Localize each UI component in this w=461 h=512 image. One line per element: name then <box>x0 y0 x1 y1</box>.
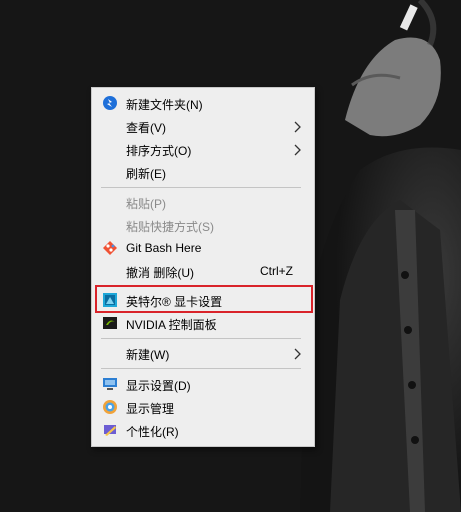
menu-item-refresh[interactable]: 刷新(E) <box>92 161 314 183</box>
menu-separator <box>101 187 301 188</box>
menu-item-git-bash[interactable]: Git Bash Here <box>92 237 314 259</box>
git-icon <box>102 240 118 256</box>
menu-item-undo-delete[interactable]: 撤消 删除(U) Ctrl+Z <box>92 260 314 282</box>
menu-item-label: 新建文件夹(N) <box>126 98 203 112</box>
menu-item-shortcut: Ctrl+Z <box>260 264 293 278</box>
menu-item-paste[interactable]: 粘贴(P) <box>92 191 314 213</box>
nvidia-icon <box>102 315 118 331</box>
display-manage-icon <box>102 399 118 415</box>
menu-item-label: 显示管理 <box>126 402 175 416</box>
menu-item-personalize[interactable]: 个性化(R) <box>92 419 314 441</box>
menu-item-label: 显示设置(D) <box>126 379 191 393</box>
menu-item-new-folder[interactable]: 新建文件夹(N) <box>92 92 314 114</box>
menu-item-label: 排序方式(O) <box>126 144 192 158</box>
menu-item-label: 刷新(E) <box>126 167 166 181</box>
menu-item-paste-shortcut[interactable]: 粘贴快捷方式(S) <box>92 214 314 236</box>
personalize-icon <box>102 422 118 438</box>
menu-item-label: 新建(W) <box>126 348 170 362</box>
menu-item-label: 个性化(R) <box>126 425 179 439</box>
chevron-right-icon <box>292 120 302 133</box>
menu-item-sort[interactable]: 排序方式(O) <box>92 138 314 160</box>
menu-item-label: 查看(V) <box>126 121 166 135</box>
menu-item-label: 粘贴快捷方式(S) <box>126 220 214 234</box>
menu-item-label: NVIDIA 控制面板 <box>126 318 217 332</box>
new-folder-icon <box>102 95 118 111</box>
menu-item-display-settings[interactable]: 显示设置(D) <box>92 373 314 395</box>
menu-item-label: 粘贴(P) <box>126 197 166 211</box>
menu-item-label: 撤消 删除(U) <box>126 266 194 280</box>
chevron-right-icon <box>292 347 302 360</box>
chevron-right-icon <box>292 143 302 156</box>
desktop-context-menu: 新建文件夹(N) 查看(V) 排序方式(O) 刷新(E) 粘贴(P) 粘贴快捷方… <box>91 87 315 447</box>
menu-item-display-manage[interactable]: 显示管理 <box>92 396 314 418</box>
menu-item-label: Git Bash Here <box>126 241 202 255</box>
highlight-box <box>95 285 313 313</box>
menu-separator <box>101 338 301 339</box>
menu-item-new[interactable]: 新建(W) <box>92 342 314 364</box>
menu-separator <box>101 368 301 369</box>
menu-item-view[interactable]: 查看(V) <box>92 115 314 137</box>
display-icon <box>102 376 118 392</box>
menu-item-nvidia[interactable]: NVIDIA 控制面板 <box>92 312 314 334</box>
